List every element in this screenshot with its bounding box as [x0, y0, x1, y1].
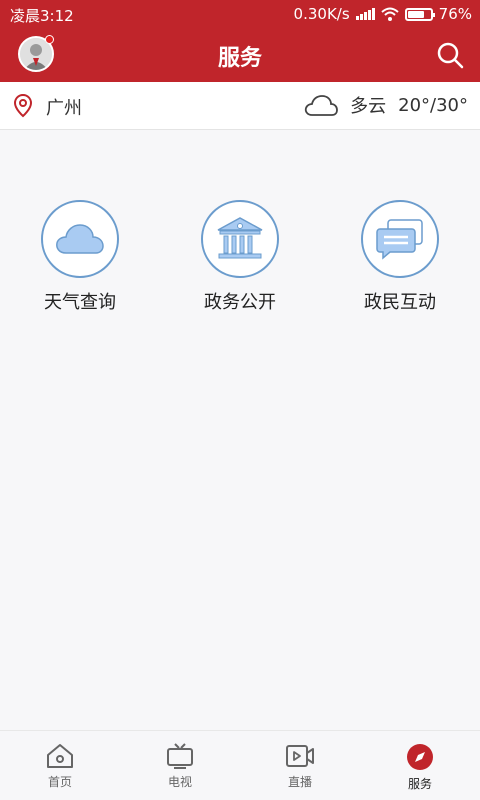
weather-summary: 多云 20°/30°	[304, 92, 468, 118]
location-pin-icon	[14, 94, 32, 118]
weather-temperature: 20°/30°	[398, 94, 468, 116]
service-weather-query[interactable]: 天气查询	[0, 200, 160, 314]
service-icon-circle	[41, 200, 119, 278]
status-time: 凌晨3:12	[10, 7, 74, 25]
bottom-tab-bar: 首页 电视 直播 服务	[0, 730, 480, 800]
tab-label: 首页	[47, 775, 72, 789]
service-grid: 天气查询 政务公开 政民互动	[0, 200, 480, 314]
status-bar: 凌晨3:12 0.30K/s 76%	[0, 0, 480, 28]
service-government-affairs[interactable]: 政务公开	[160, 200, 320, 314]
government-building-icon	[217, 217, 263, 259]
home-icon	[47, 744, 73, 768]
service-label: 天气查询	[44, 292, 116, 313]
chat-bubbles-icon	[376, 219, 423, 260]
signal-icon	[355, 8, 375, 20]
city-name: 广州	[46, 98, 82, 119]
cloud-icon	[56, 224, 104, 254]
cloudy-icon	[304, 95, 339, 116]
tab-services[interactable]: 服务	[360, 731, 480, 800]
tab-label: 服务	[407, 777, 432, 791]
tab-label: 直播	[287, 775, 312, 789]
status-right: 0.30K/s 76%	[294, 5, 472, 23]
search-icon[interactable]	[436, 41, 464, 69]
compass-icon	[407, 744, 433, 770]
tab-tv[interactable]: 电视	[120, 731, 240, 800]
battery-icon	[404, 7, 435, 21]
service-citizen-interaction[interactable]: 政民互动	[320, 200, 480, 314]
weather-bar[interactable]: 广州 多云 20°/30°	[0, 82, 480, 130]
tv-icon	[167, 743, 193, 769]
service-icon-circle	[361, 200, 439, 278]
service-label: 政务公开	[204, 292, 276, 313]
live-video-icon	[286, 745, 314, 767]
weather-condition: 多云	[350, 96, 387, 117]
tab-label: 电视	[167, 775, 192, 789]
tab-live[interactable]: 直播	[240, 731, 360, 800]
app-header: 服务	[0, 28, 480, 82]
page-title: 服务	[217, 46, 262, 71]
wifi-icon	[380, 7, 399, 21]
tab-home[interactable]: 首页	[0, 731, 120, 800]
service-icon-circle	[201, 200, 279, 278]
battery-percent: 76%	[438, 5, 472, 23]
service-label: 政民互动	[364, 292, 436, 313]
network-speed: 0.30K/s	[293, 5, 350, 23]
